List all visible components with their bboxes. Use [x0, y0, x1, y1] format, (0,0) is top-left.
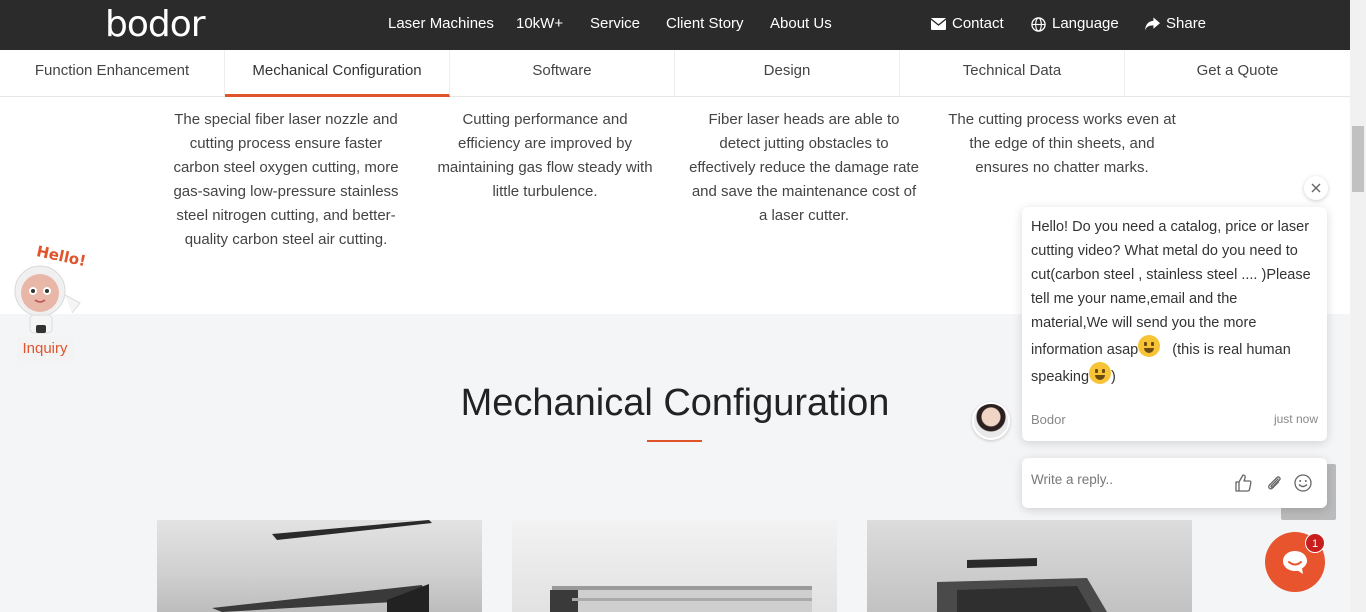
- nav-client-story[interactable]: Client Story: [666, 14, 744, 34]
- tab-get-a-quote[interactable]: Get a Quote: [1125, 50, 1350, 97]
- section-tabs: Function Enhancement Mechanical Configur…: [0, 50, 1350, 97]
- attachment-icon[interactable]: [1264, 473, 1284, 493]
- tab-software[interactable]: Software: [450, 50, 675, 97]
- smiley-icon[interactable]: [1293, 473, 1313, 493]
- chat-message-part: ): [1111, 369, 1116, 385]
- nav-laser-machines[interactable]: Laser Machines: [388, 14, 494, 34]
- reply-input[interactable]: [1031, 472, 1221, 487]
- top-navigation-bar: bodor Laser Machines 10kW+ Service Clien…: [0, 0, 1366, 50]
- share-arrow-icon: [1145, 17, 1160, 31]
- chat-message-part: Hello! Do you need a catalog, price or l…: [1031, 219, 1311, 358]
- hello-mascot[interactable]: Hello!: [10, 242, 92, 335]
- winking-emoji-icon: [1089, 362, 1112, 384]
- agent-name: Bodor: [1031, 412, 1066, 427]
- inquiry-button[interactable]: Inquiry: [17, 337, 73, 361]
- title-underline: [647, 440, 702, 442]
- tab-mechanical-configuration[interactable]: Mechanical Configuration: [225, 50, 450, 97]
- close-chat-button[interactable]: [1304, 176, 1328, 200]
- feature-description: Cutting performance and efficiency are i…: [437, 111, 653, 200]
- tab-function-enhancement[interactable]: Function Enhancement: [0, 50, 225, 97]
- nav-about-us[interactable]: About Us: [770, 14, 832, 34]
- product-image[interactable]: [512, 520, 837, 612]
- tab-design[interactable]: Design: [675, 50, 900, 97]
- unread-count-badge: 1: [1305, 533, 1325, 553]
- grinning-emoji-icon: [1138, 335, 1161, 357]
- share-link[interactable]: Share: [1145, 14, 1206, 34]
- close-icon: [1311, 183, 1321, 193]
- feature-description: Fiber laser heads are able to detect jut…: [689, 111, 919, 224]
- globe-icon: [1031, 16, 1046, 32]
- nav-10kw[interactable]: 10kW+: [516, 14, 563, 34]
- product-image[interactable]: [157, 520, 482, 612]
- chat-message-text: Hello! Do you need a catalog, price or l…: [1031, 215, 1317, 389]
- machine-part-graphic: [550, 586, 812, 612]
- thumbs-up-icon[interactable]: [1233, 473, 1253, 493]
- chat-bubble-icon: [1283, 551, 1307, 574]
- message-timestamp: just now: [1273, 412, 1318, 426]
- language-label: Language: [1052, 15, 1119, 32]
- machine-part-graphic: [212, 520, 432, 612]
- machine-part-graphic: [937, 558, 1107, 612]
- agent-avatar: [972, 402, 1010, 440]
- chat-message-bubble[interactable]: Hello! Do you need a catalog, price or l…: [1022, 207, 1327, 441]
- language-selector[interactable]: Language: [1031, 14, 1119, 34]
- chat-reply-box: [1022, 458, 1327, 508]
- feature-description: The cutting process works even at the ed…: [948, 111, 1176, 176]
- bodor-logo[interactable]: bodor: [105, 6, 206, 44]
- envelope-icon: [931, 18, 946, 30]
- nav-service[interactable]: Service: [590, 14, 640, 34]
- product-image[interactable]: [867, 520, 1192, 612]
- share-label: Share: [1166, 15, 1207, 32]
- feature-description: The special fiber laser nozzle and cutti…: [173, 111, 399, 248]
- contact-link[interactable]: Contact: [931, 14, 1004, 34]
- tab-technical-data[interactable]: Technical Data: [900, 50, 1125, 97]
- scrollbar-thumb[interactable]: [1352, 126, 1364, 192]
- contact-label: Contact: [952, 15, 1004, 32]
- page-scrollbar[interactable]: [1350, 0, 1366, 612]
